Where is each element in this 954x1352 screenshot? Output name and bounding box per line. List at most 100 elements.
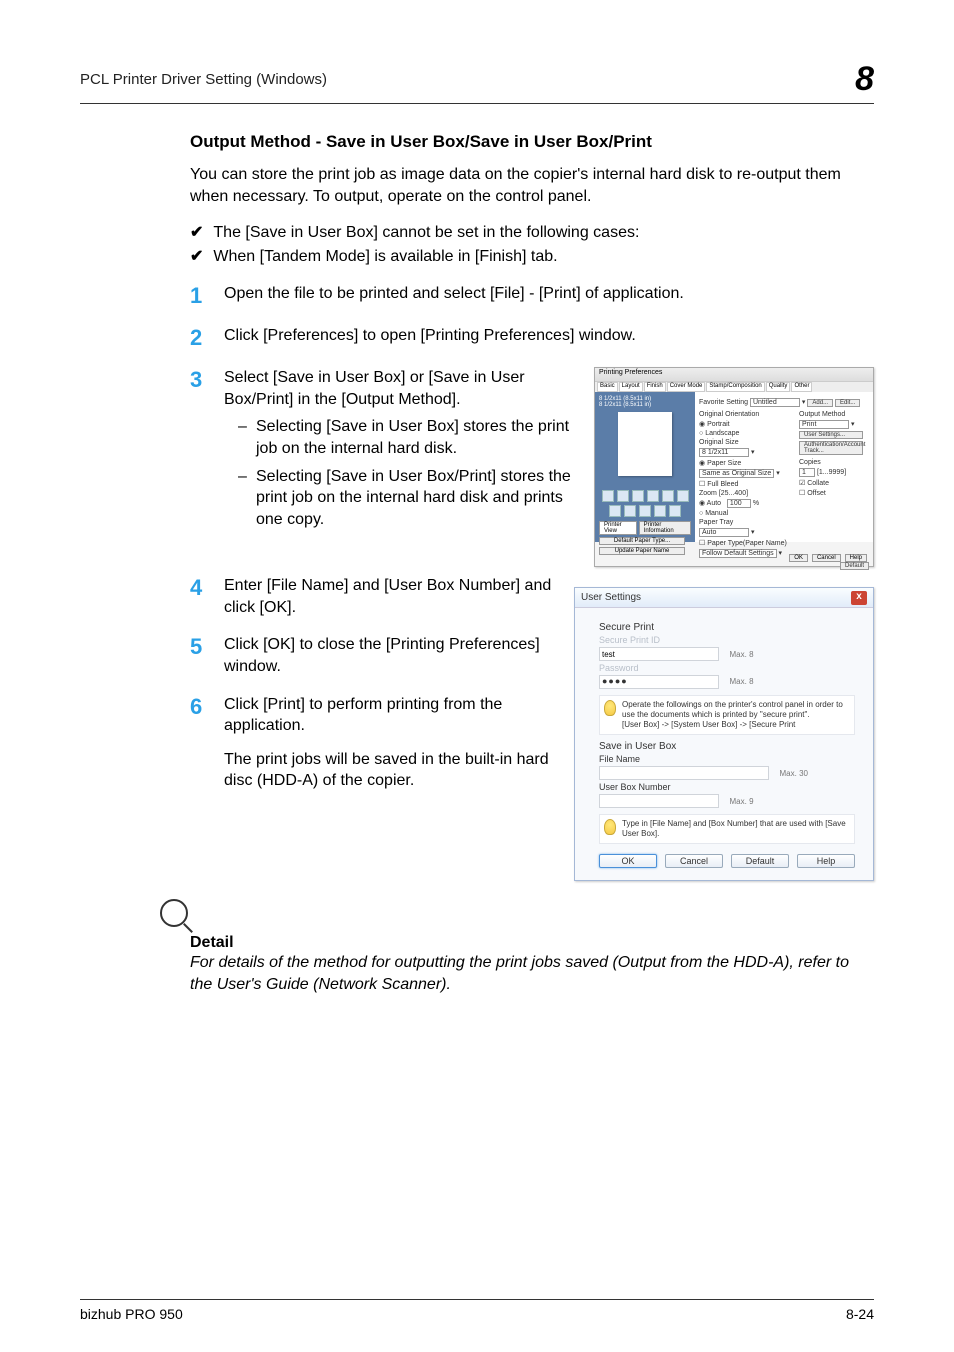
help-button[interactable]: Help bbox=[797, 854, 855, 868]
add-button[interactable]: Add... bbox=[807, 399, 833, 407]
ok-button[interactable]: OK bbox=[789, 554, 808, 562]
portrait-radio[interactable]: Portrait bbox=[707, 421, 730, 428]
prerequisite-list: The [Save in User Box] cannot be set in … bbox=[190, 221, 874, 269]
copies-label: Copies bbox=[799, 459, 869, 466]
step-1: 1 Open the file to be printed and select… bbox=[190, 283, 874, 309]
preview-icon[interactable] bbox=[677, 490, 689, 502]
tab-other[interactable]: Other bbox=[791, 382, 812, 392]
preview-icon[interactable] bbox=[654, 505, 666, 517]
cancel-button[interactable]: Cancel bbox=[812, 554, 841, 562]
file-name-max: Max. 30 bbox=[780, 769, 808, 778]
preview-pane: 8 1/2x11 (8.5x11 in) 8 1/2x11 (8.5x11 in… bbox=[595, 392, 695, 542]
step-number: 3 bbox=[190, 367, 224, 530]
step-5: 5 Click [OK] to close the [Printing Pref… bbox=[190, 634, 556, 677]
zoom-value[interactable]: 100 bbox=[727, 499, 751, 508]
tab-basic[interactable]: Basic bbox=[597, 382, 618, 392]
tab-finish[interactable]: Finish bbox=[644, 382, 666, 392]
detail-text: For details of the method for outputting… bbox=[190, 952, 874, 995]
secure-id-input[interactable] bbox=[599, 647, 719, 661]
preview-icon[interactable] bbox=[609, 505, 621, 517]
update-paper-button[interactable]: Update Paper Name bbox=[599, 547, 685, 555]
step-3: 3 Select [Save in User Box] or [Save in … bbox=[190, 367, 576, 530]
info-text-path: [User Box] -> [System User Box] -> [Secu… bbox=[622, 720, 795, 729]
original-size-label: Original Size bbox=[699, 439, 793, 446]
output-method-label: Output Method bbox=[799, 411, 869, 418]
section-title: Output Method - Save in User Box/Save in… bbox=[190, 132, 874, 152]
intro-paragraph: You can store the print job as image dat… bbox=[190, 164, 874, 207]
save-user-box-heading: Save in User Box bbox=[599, 741, 855, 752]
close-icon[interactable]: x bbox=[851, 591, 867, 605]
preview-icon[interactable] bbox=[647, 490, 659, 502]
secure-print-heading: Secure Print bbox=[599, 622, 855, 633]
paper-tray-select[interactable]: Auto bbox=[699, 528, 749, 537]
copies-input[interactable]: 1 bbox=[799, 468, 815, 477]
preview-icon[interactable] bbox=[632, 490, 644, 502]
file-name-input[interactable] bbox=[599, 766, 769, 780]
password-input[interactable]: ●●●● bbox=[599, 675, 719, 689]
step-text: Open the file to be printed and select [… bbox=[224, 283, 684, 309]
page-footer: bizhub PRO 950 8-24 bbox=[80, 1299, 874, 1322]
chapter-number: 8 bbox=[855, 60, 874, 99]
favorite-select[interactable]: Untitled bbox=[750, 398, 800, 407]
zoom-auto-radio[interactable]: Auto bbox=[707, 500, 721, 507]
password-label: Password bbox=[599, 663, 855, 673]
zoom-label: Zoom [25...400] bbox=[699, 490, 793, 497]
help-button[interactable]: Help bbox=[845, 554, 867, 562]
box-number-input[interactable] bbox=[599, 794, 719, 808]
orientation-label: Original Orientation bbox=[699, 411, 793, 418]
paper-type-select[interactable]: Follow Default Settings bbox=[699, 549, 777, 558]
check-item: The [Save in User Box] cannot be set in … bbox=[190, 221, 874, 245]
step-text: Click [OK] to close the [Printing Prefer… bbox=[224, 634, 556, 677]
preview-icon[interactable] bbox=[669, 505, 681, 517]
default-button[interactable]: Default bbox=[731, 854, 789, 868]
paper-type-label: Paper Type(Paper Name) bbox=[707, 540, 787, 547]
page-header: PCL Printer Driver Setting (Windows) 8 bbox=[80, 60, 874, 104]
subitem-text: Selecting [Save in User Box] stores the … bbox=[256, 416, 576, 459]
preview-icon[interactable] bbox=[617, 490, 629, 502]
auth-button[interactable]: Authentication/Account Track... bbox=[799, 441, 863, 455]
original-size-select[interactable]: 8 1/2x11 bbox=[699, 448, 749, 457]
info-text: Operate the followings on the printer's … bbox=[622, 700, 843, 719]
step-number: 2 bbox=[190, 325, 224, 351]
offset-check[interactable]: Offset bbox=[807, 490, 826, 497]
tab-stamp[interactable]: Stamp/Composition bbox=[706, 382, 764, 392]
preview-icon[interactable] bbox=[602, 490, 614, 502]
ok-button[interactable]: OK bbox=[599, 854, 657, 868]
printer-info-button[interactable]: Printer Information bbox=[639, 521, 691, 535]
preview-icon[interactable] bbox=[624, 505, 636, 517]
tab-layout[interactable]: Layout bbox=[619, 382, 643, 392]
file-name-label: File Name bbox=[599, 754, 855, 764]
default-button[interactable]: Default bbox=[840, 562, 869, 570]
tab-quality[interactable]: Quality bbox=[766, 382, 791, 392]
output-method-select[interactable]: Print bbox=[799, 420, 849, 429]
cancel-button[interactable]: Cancel bbox=[665, 854, 723, 868]
default-paper-button[interactable]: Default Paper Type... bbox=[599, 537, 685, 545]
printer-view-button[interactable]: Printer View bbox=[599, 521, 637, 535]
id-max-label: Max. 8 bbox=[730, 650, 754, 659]
step-subitem: –Selecting [Save in User Box/Print] stor… bbox=[238, 466, 576, 531]
tab-cover[interactable]: Cover Mode bbox=[667, 382, 706, 392]
preview-icon[interactable] bbox=[639, 505, 651, 517]
paper-tray-label: Paper Tray bbox=[699, 519, 793, 526]
user-settings-button[interactable]: User Settings... bbox=[799, 431, 863, 439]
dialog-title: User Settings bbox=[581, 592, 641, 603]
step-4: 4 Enter [File Name] and [User Box Number… bbox=[190, 575, 556, 618]
paper-size-label: Paper Size bbox=[707, 460, 741, 467]
check-item: When [Tandem Mode] is available in [Fini… bbox=[190, 245, 874, 269]
preview-icon[interactable] bbox=[662, 490, 674, 502]
detail-heading: Detail bbox=[190, 934, 874, 952]
secure-print-id-label: Secure Print ID bbox=[599, 635, 855, 645]
password-max-label: Max. 8 bbox=[730, 677, 754, 686]
full-bleed-check[interactable]: Full Bleed bbox=[707, 481, 738, 488]
bulb-icon bbox=[604, 819, 616, 835]
step-number: 4 bbox=[190, 575, 224, 618]
step-number: 6 bbox=[190, 694, 224, 792]
box-number-max: Max. 9 bbox=[730, 797, 754, 806]
magnify-icon bbox=[160, 899, 188, 927]
paper-size-select[interactable]: Same as Original Size bbox=[699, 469, 774, 478]
info-box: Operate the followings on the printer's … bbox=[599, 695, 855, 735]
landscape-radio[interactable]: Landscape bbox=[705, 430, 739, 437]
collate-check[interactable]: Collate bbox=[807, 480, 829, 487]
zoom-manual-radio[interactable]: Manual bbox=[705, 510, 728, 517]
edit-button[interactable]: Edit... bbox=[835, 399, 860, 407]
